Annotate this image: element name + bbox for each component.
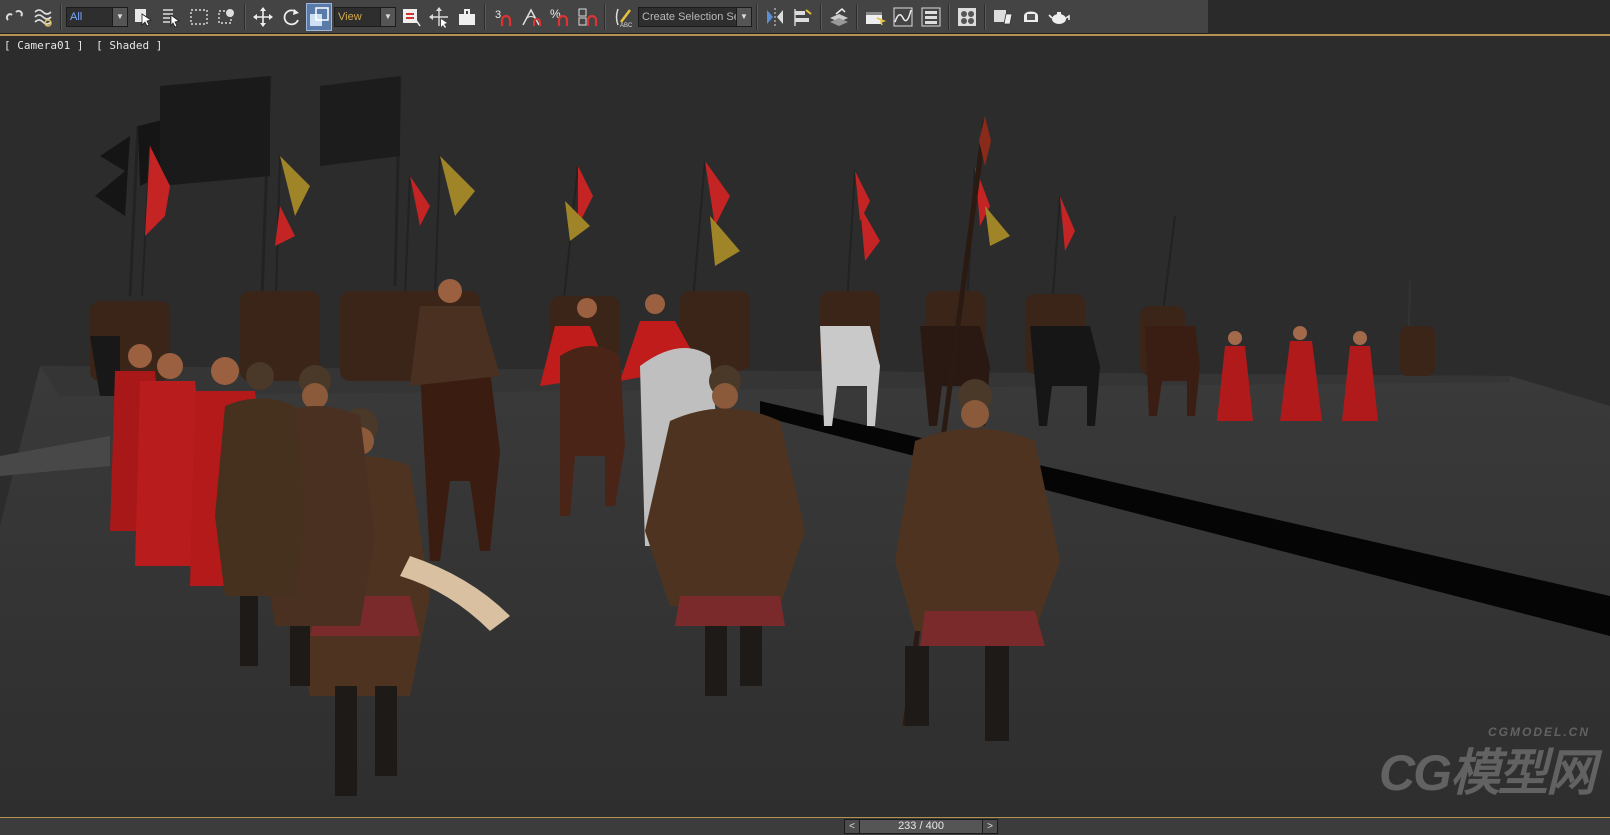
time-slider-bar: < 233 / 400 > <box>0 817 1610 835</box>
snap-toggle-label: 3 <box>495 9 501 21</box>
window-crossing-icon[interactable] <box>214 3 240 31</box>
viewport-shading-menu[interactable]: [ Shaded ] <box>96 39 162 52</box>
toolbar-separator <box>60 3 62 30</box>
layer-manager-icon[interactable] <box>826 3 852 31</box>
viewport-label: [ Camera01 ] [ Shaded ] <box>4 39 168 52</box>
3d-scene[interactable] <box>0 36 1610 817</box>
main-toolbar: All ▼ View ▼ 3 % ABC Create Selection Se… <box>0 0 1208 34</box>
rectangular-selection-icon[interactable] <box>186 3 212 31</box>
render-teapot-icon[interactable] <box>1046 3 1072 31</box>
chevron-down-icon[interactable]: ▼ <box>380 7 395 26</box>
select-by-name-icon[interactable] <box>158 3 184 31</box>
select-manipulate-icon[interactable] <box>426 3 452 31</box>
material-editor-icon[interactable] <box>954 3 980 31</box>
rendered-frame-icon[interactable] <box>1018 3 1044 31</box>
chevron-down-icon[interactable]: ▼ <box>736 7 751 26</box>
move-icon[interactable] <box>250 3 276 31</box>
bind-space-warp-icon[interactable] <box>30 3 56 31</box>
selection-filter-value: All <box>70 10 83 23</box>
named-selection-set-placeholder: Create Selection Set <box>642 10 743 23</box>
select-object-icon[interactable] <box>130 3 156 31</box>
reference-coordinate-value: View <box>338 10 362 23</box>
toolbar-separator <box>856 3 858 30</box>
unlink-icon[interactable] <box>2 3 28 31</box>
chevron-down-icon[interactable]: ▼ <box>112 7 127 26</box>
time-slider-thumb[interactable]: 233 / 400 <box>860 820 982 833</box>
reference-coordinate-dropdown[interactable]: View ▼ <box>334 6 396 27</box>
keyboard-shortcut-icon[interactable] <box>454 3 480 31</box>
toolbar-separator <box>820 3 822 30</box>
ribbon-icon[interactable] <box>862 3 888 31</box>
render-setup-icon[interactable] <box>990 3 1016 31</box>
spinner-snap-icon[interactable] <box>574 3 600 31</box>
previous-frame-button[interactable]: < <box>845 820 860 833</box>
toolbar-separator <box>756 3 758 30</box>
scale-icon[interactable] <box>306 2 332 31</box>
svg-text:ABC: ABC <box>620 23 633 28</box>
camera-viewport[interactable]: [ Camera01 ] [ Shaded ] CGMODEL.CN CG模型网 <box>0 36 1610 817</box>
angle-snap-icon[interactable] <box>518 3 544 31</box>
snap-toggle-icon[interactable]: 3 <box>490 3 516 31</box>
curve-editor-icon[interactable] <box>890 3 916 31</box>
selection-filter-dropdown[interactable]: All ▼ <box>66 6 128 27</box>
align-icon[interactable] <box>790 3 816 31</box>
viewport-camera-menu[interactable]: [ Camera01 ] <box>4 39 83 52</box>
toolbar-empty-area <box>1208 0 1610 34</box>
rotate-icon[interactable] <box>278 3 304 31</box>
edit-named-selection-icon[interactable]: ABC <box>610 3 636 31</box>
toolbar-separator <box>984 3 986 30</box>
named-selection-set-dropdown[interactable]: Create Selection Set ▼ <box>638 6 752 27</box>
toolbar-separator <box>244 3 246 30</box>
next-frame-button[interactable]: > <box>982 820 997 833</box>
toolbar-separator <box>948 3 950 30</box>
percent-snap-icon[interactable]: % <box>546 3 572 31</box>
toolbar-separator <box>484 3 486 30</box>
schematic-view-icon[interactable] <box>918 3 944 31</box>
time-slider[interactable]: < 233 / 400 > <box>844 819 998 834</box>
toolbar-separator <box>604 3 606 30</box>
pivot-center-icon[interactable] <box>398 3 424 31</box>
mirror-icon[interactable] <box>762 3 788 31</box>
